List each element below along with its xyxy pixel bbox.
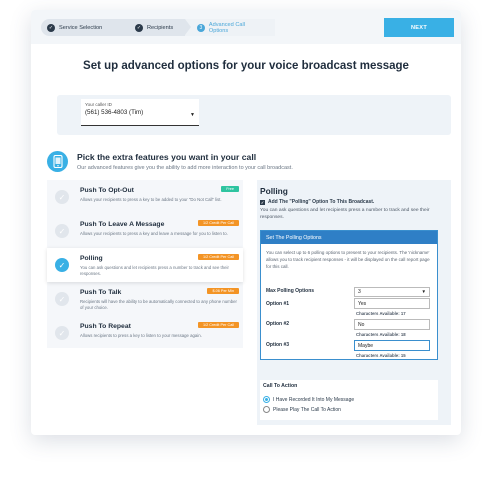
- feature-name: Push To Talk: [80, 289, 122, 296]
- option-1-label: Option #1: [266, 301, 290, 307]
- step-bar: ✓ Service Selection ✓ Recipients 3 Advan…: [31, 10, 461, 44]
- option-1-input[interactable]: Yes: [354, 298, 430, 309]
- next-button[interactable]: NEXT: [384, 18, 454, 37]
- feature-name: Polling: [80, 255, 103, 262]
- check-icon: ✓: [55, 190, 69, 204]
- feature-desc: Recipients will have the ability to be a…: [80, 299, 237, 311]
- polling-desc: You can ask questions and let recipients…: [260, 208, 430, 220]
- polling-panel: Polling ✓ Add The "Polling" Option To Th…: [257, 180, 451, 425]
- features-title: Pick the extra features you want in your…: [77, 152, 257, 162]
- call-to-action-box: Call To Action I Have Recorded It Into M…: [260, 380, 438, 420]
- add-polling-label: Add The "Polling" Option To This Broadca…: [268, 199, 375, 205]
- step-advanced-call-options[interactable]: 3 Advanced Call Options: [185, 19, 275, 36]
- polling-settings-desc: You can select up to 6 polling options t…: [266, 250, 430, 269]
- feature-desc: Allows your recipients to press a key to…: [80, 197, 222, 202]
- breadcrumb: ✓ Service Selection ✓ Recipients 3 Advan…: [41, 19, 275, 36]
- price-badge: 1/2 Credit Per Call: [197, 254, 239, 260]
- polling-settings-title: Set The Polling Options: [261, 231, 437, 244]
- call-to-action-title: Call To Action: [263, 383, 298, 389]
- wizard-card: ✓ Service Selection ✓ Recipients 3 Advan…: [31, 10, 461, 435]
- feature-desc: Allows your recipients to press a key an…: [80, 231, 228, 236]
- page-title: Set up advanced options for your voice b…: [83, 60, 409, 72]
- check-icon: ✓: [55, 258, 69, 272]
- cta-option-recorded[interactable]: I Have Recorded It Into My Message: [263, 396, 354, 403]
- polling-settings-box: Set The Polling Options You can select u…: [260, 230, 438, 360]
- polling-title: Polling: [260, 186, 288, 196]
- option-3-chars: Characters Available: 15: [356, 353, 406, 358]
- caller-id-select[interactable]: Your caller ID (561) 536-4803 (Tim) ▼: [81, 99, 199, 126]
- feature-name: Push To Opt-Out: [80, 187, 134, 194]
- radio-selected-icon: [263, 396, 270, 403]
- cta-option-label: I Have Recorded It Into My Message: [273, 396, 355, 403]
- price-badge: 1/2 Credit Per Call: [197, 220, 239, 226]
- feature-push-to-opt-out[interactable]: ✓ Push To Opt-Out Allows your recipients…: [47, 180, 243, 214]
- caret-down-icon: ▼: [190, 112, 195, 118]
- step-label: Recipients: [147, 24, 174, 31]
- step-recipients[interactable]: ✓ Recipients: [123, 19, 191, 36]
- feature-name: Push To Repeat: [80, 323, 131, 330]
- cta-option-play[interactable]: Please Play The Call To Action: [263, 406, 341, 413]
- phone-icon: [47, 151, 68, 172]
- checkbox-checked-icon: ✓: [260, 199, 265, 205]
- check-icon: ✓: [135, 23, 143, 32]
- max-options-select[interactable]: 3 ▼: [354, 287, 430, 297]
- feature-polling[interactable]: ✓ Polling You can ask questions and let …: [47, 248, 243, 282]
- step-service-selection[interactable]: ✓ Service Selection: [41, 19, 129, 36]
- max-options-label: Max Polling Options: [266, 288, 315, 294]
- price-badge: 1/2 Credit Per Call: [197, 322, 239, 328]
- price-badge: Free: [221, 186, 239, 192]
- features-subtitle: Our advanced features give you the abili…: [77, 165, 293, 171]
- option-2-chars: Characters Available: 18: [356, 332, 406, 337]
- feature-push-to-repeat[interactable]: ✓ Push To Repeat Allows recipients to pr…: [47, 316, 243, 350]
- caller-id-panel: Your caller ID (561) 536-4803 (Tim) ▼: [57, 95, 451, 135]
- check-icon: ✓: [47, 23, 55, 32]
- check-icon: ✓: [55, 224, 69, 238]
- check-icon: ✓: [55, 326, 69, 340]
- price-badge: $.06 Per Min: [207, 288, 239, 294]
- feature-push-to-talk[interactable]: ✓ Push To Talk Recipients will have the …: [47, 282, 243, 316]
- feature-push-to-leave-a-message[interactable]: ✓ Push To Leave A Message Allows your re…: [47, 214, 243, 248]
- option-2-input[interactable]: No: [354, 319, 430, 330]
- feature-name: Push To Leave A Message: [80, 221, 165, 228]
- option-1-chars: Characters Available: 17: [356, 311, 406, 316]
- feature-desc: Allows recipients to press a key to list…: [80, 333, 202, 338]
- max-options-value: 3: [358, 289, 361, 295]
- cta-option-label: Please Play The Call To Action: [273, 406, 341, 413]
- step-label: Advanced Call Options: [208, 21, 245, 34]
- option-3-label: Option #3: [266, 342, 290, 348]
- option-2-label: Option #2: [266, 321, 290, 327]
- step-label: Service Selection: [59, 24, 103, 31]
- caret-down-icon: ▼: [421, 289, 426, 294]
- check-icon: ✓: [55, 292, 69, 306]
- feature-desc: You can ask questions and let recipients…: [80, 265, 229, 277]
- caller-id-value: (561) 536-4803 (Tim): [85, 109, 144, 116]
- radio-icon: [263, 406, 270, 413]
- caller-id-label: Your caller ID: [85, 102, 112, 107]
- add-polling-checkbox[interactable]: ✓ Add The "Polling" Option To This Broad…: [260, 199, 374, 205]
- feature-list: ✓ Push To Opt-Out Allows your recipients…: [47, 180, 243, 348]
- step-number: 3: [197, 23, 205, 32]
- option-3-input[interactable]: Maybe: [354, 340, 430, 351]
